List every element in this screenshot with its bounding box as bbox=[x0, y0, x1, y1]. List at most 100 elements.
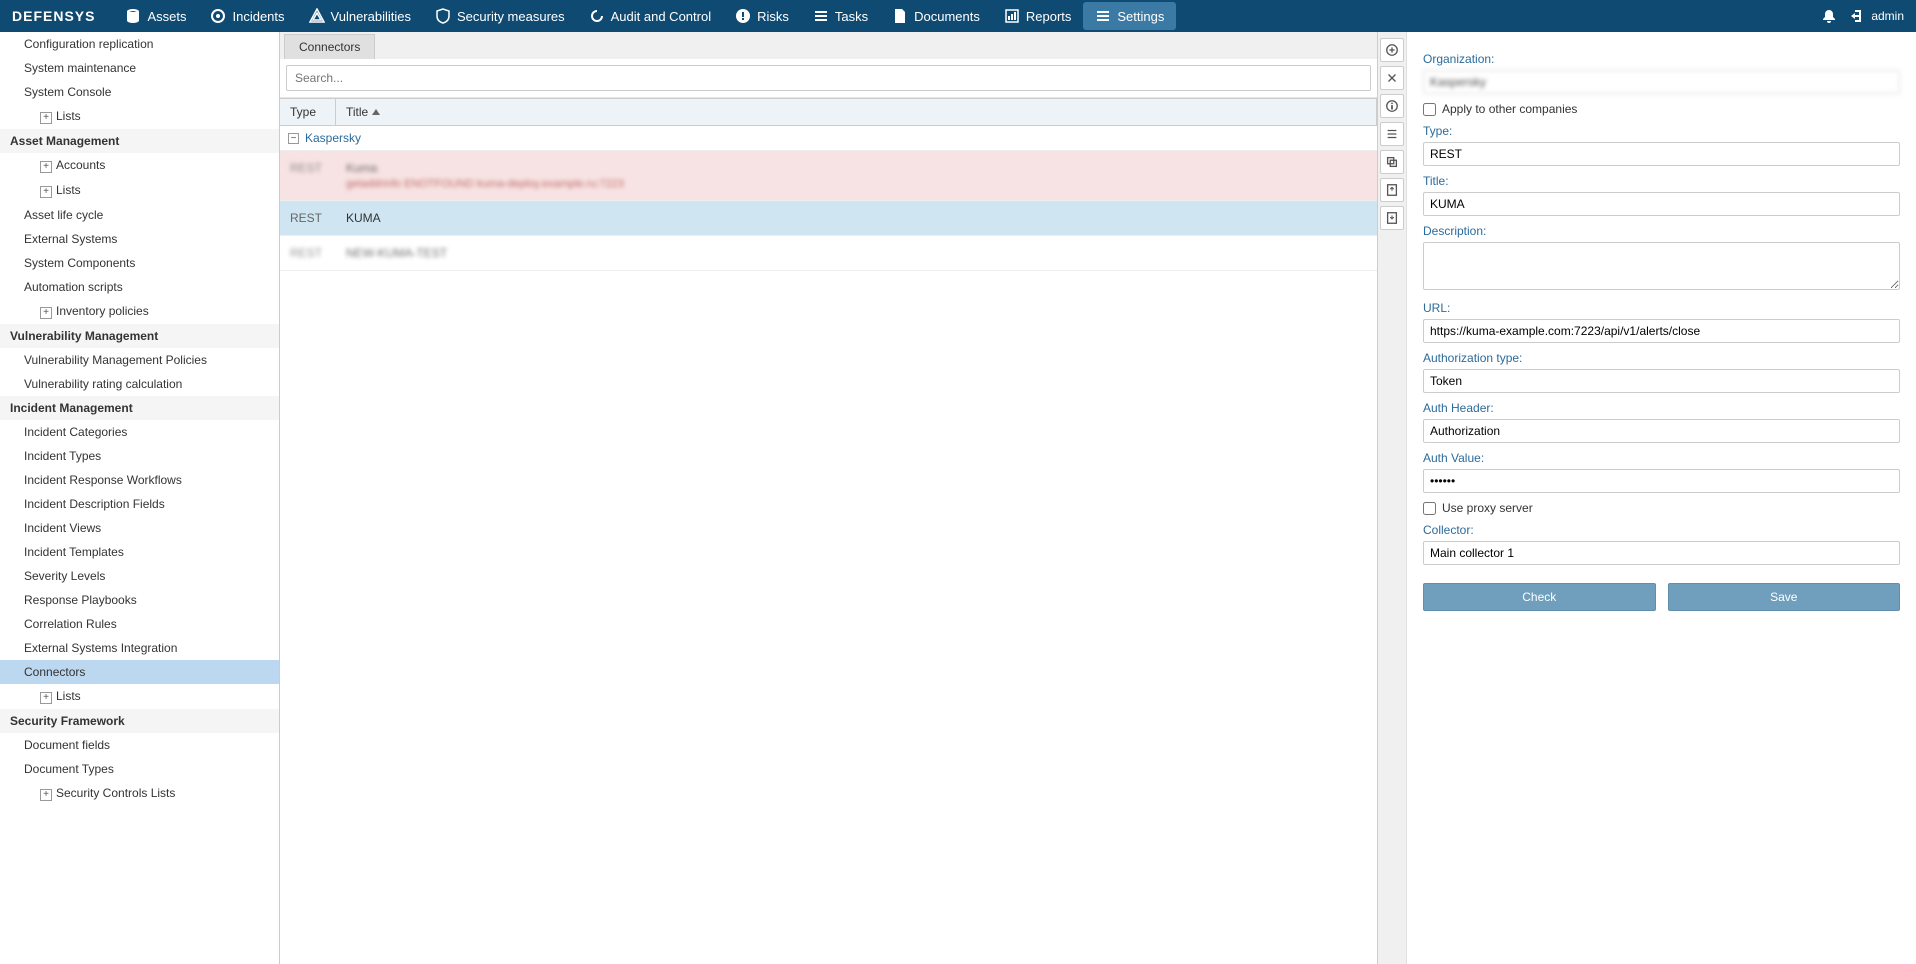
auth-header-field[interactable] bbox=[1423, 419, 1900, 443]
brand-logo: DEFENSYS bbox=[12, 8, 95, 24]
copy-button[interactable] bbox=[1380, 150, 1404, 174]
sidebar-item-security-framework[interactable]: Security Framework bbox=[0, 709, 279, 733]
col-type[interactable]: Type bbox=[280, 99, 336, 125]
cycle-icon bbox=[589, 8, 605, 24]
sidebar-item-response-playbooks[interactable]: Response Playbooks bbox=[0, 588, 279, 612]
page-out-icon bbox=[1385, 183, 1399, 197]
nav-reports[interactable]: Reports bbox=[992, 2, 1084, 30]
nav-assets[interactable]: Assets bbox=[113, 2, 198, 30]
nav-documents[interactable]: Documents bbox=[880, 2, 992, 30]
sidebar-item-automation-scripts[interactable]: Automation scripts bbox=[0, 275, 279, 299]
settings-sidebar: Configuration replicationSystem maintena… bbox=[0, 32, 280, 964]
auth-type-select[interactable]: Token bbox=[1423, 369, 1900, 393]
target-icon bbox=[210, 8, 226, 24]
sidebar-item-vulnerability-rating-calculation[interactable]: Vulnerability rating calculation bbox=[0, 372, 279, 396]
menu-icon bbox=[1095, 8, 1111, 24]
export-button[interactable] bbox=[1380, 178, 1404, 202]
label-description: Description: bbox=[1423, 224, 1900, 238]
main-panel: Connectors Type Title − Kaspersky RESTKu… bbox=[280, 32, 1378, 964]
sidebar-item-system-components[interactable]: System Components bbox=[0, 251, 279, 275]
nav-settings[interactable]: Settings bbox=[1083, 2, 1176, 30]
info-button[interactable] bbox=[1380, 94, 1404, 118]
table-row[interactable]: RESTKumagetaddrinfo ENOTFOUND kuma-deplo… bbox=[280, 151, 1377, 201]
description-field[interactable] bbox=[1423, 242, 1900, 290]
sidebar-item-severity-levels[interactable]: Severity Levels bbox=[0, 564, 279, 588]
label-collector: Collector: bbox=[1423, 523, 1900, 537]
expand-icon[interactable]: + bbox=[40, 692, 52, 704]
expand-icon[interactable]: + bbox=[40, 112, 52, 124]
check-button[interactable]: Check bbox=[1423, 583, 1656, 611]
use-proxy-checkbox[interactable] bbox=[1423, 502, 1436, 515]
database-icon bbox=[125, 8, 141, 24]
sidebar-item-vulnerability-management-policies[interactable]: Vulnerability Management Policies bbox=[0, 348, 279, 372]
sidebar-item-incident-categories[interactable]: Incident Categories bbox=[0, 420, 279, 444]
table-row[interactable]: RESTNEW-KUMA-TEST bbox=[280, 236, 1377, 271]
sidebar-item-incident-templates[interactable]: Incident Templates bbox=[0, 540, 279, 564]
sort-asc-icon bbox=[372, 109, 380, 115]
sidebar-item-document-types[interactable]: Document Types bbox=[0, 757, 279, 781]
type-select[interactable]: REST bbox=[1423, 142, 1900, 166]
collapse-icon[interactable]: − bbox=[288, 133, 299, 144]
sidebar-item-security-controls-lists[interactable]: +Security Controls Lists bbox=[0, 781, 279, 806]
label-use-proxy: Use proxy server bbox=[1442, 501, 1533, 515]
sidebar-item-accounts[interactable]: +Accounts bbox=[0, 153, 279, 178]
collector-select[interactable]: Main collector 1 bbox=[1423, 541, 1900, 565]
expand-icon[interactable]: + bbox=[40, 789, 52, 801]
sidebar-item-incident-types[interactable]: Incident Types bbox=[0, 444, 279, 468]
label-type: Type: bbox=[1423, 124, 1900, 138]
sidebar-item-configuration-replication[interactable]: Configuration replication bbox=[0, 32, 279, 56]
expand-icon[interactable]: + bbox=[40, 307, 52, 319]
import-button[interactable] bbox=[1380, 206, 1404, 230]
sidebar-item-external-systems-integration[interactable]: External Systems Integration bbox=[0, 636, 279, 660]
sidebar-item-incident-management[interactable]: Incident Management bbox=[0, 396, 279, 420]
nav-vulnerabilities[interactable]: Vulnerabilities bbox=[297, 2, 423, 30]
title-field[interactable] bbox=[1423, 192, 1900, 216]
expand-icon[interactable]: + bbox=[40, 161, 52, 173]
nav-audit[interactable]: Audit and Control bbox=[577, 2, 723, 30]
sidebar-item-lists[interactable]: +Lists bbox=[0, 104, 279, 129]
sidebar-item-document-fields[interactable]: Document fields bbox=[0, 733, 279, 757]
table-row[interactable]: RESTKUMA bbox=[280, 201, 1377, 236]
user-menu[interactable]: admin bbox=[1849, 8, 1904, 24]
tab-bar: Connectors bbox=[280, 32, 1377, 59]
nav-security-measures[interactable]: Security measures bbox=[423, 2, 577, 30]
nav-right: admin bbox=[1821, 8, 1904, 24]
sidebar-item-external-systems[interactable]: External Systems bbox=[0, 227, 279, 251]
expand-icon[interactable]: + bbox=[40, 186, 52, 198]
list-button[interactable] bbox=[1380, 122, 1404, 146]
group-row-kaspersky[interactable]: − Kaspersky bbox=[280, 126, 1377, 151]
side-toolbar bbox=[1378, 32, 1406, 964]
sidebar-item-incident-views[interactable]: Incident Views bbox=[0, 516, 279, 540]
sidebar-item-incident-description-fields[interactable]: Incident Description Fields bbox=[0, 492, 279, 516]
logout-icon bbox=[1849, 8, 1865, 24]
warning-icon bbox=[309, 8, 325, 24]
sidebar-item-system-maintenance[interactable]: System maintenance bbox=[0, 56, 279, 80]
organization-field[interactable] bbox=[1423, 70, 1900, 94]
add-button[interactable] bbox=[1380, 38, 1404, 62]
nav-incidents[interactable]: Incidents bbox=[198, 2, 296, 30]
col-title[interactable]: Title bbox=[336, 99, 1377, 125]
alert-icon bbox=[735, 8, 751, 24]
tab-connectors[interactable]: Connectors bbox=[284, 34, 375, 59]
save-button[interactable]: Save bbox=[1668, 583, 1901, 611]
nav-risks[interactable]: Risks bbox=[723, 2, 801, 30]
search-input[interactable] bbox=[286, 65, 1371, 91]
url-field[interactable] bbox=[1423, 319, 1900, 343]
sidebar-item-asset-life-cycle[interactable]: Asset life cycle bbox=[0, 203, 279, 227]
sidebar-item-lists[interactable]: +Lists bbox=[0, 178, 279, 203]
sidebar-item-inventory-policies[interactable]: +Inventory policies bbox=[0, 299, 279, 324]
label-url: URL: bbox=[1423, 301, 1900, 315]
apply-other-checkbox[interactable] bbox=[1423, 103, 1436, 116]
sidebar-item-system-console[interactable]: System Console bbox=[0, 80, 279, 104]
sidebar-item-connectors[interactable]: Connectors bbox=[0, 660, 279, 684]
delete-button[interactable] bbox=[1380, 66, 1404, 90]
sidebar-item-lists[interactable]: +Lists bbox=[0, 684, 279, 709]
sidebar-item-asset-management[interactable]: Asset Management bbox=[0, 129, 279, 153]
sidebar-item-correlation-rules[interactable]: Correlation Rules bbox=[0, 612, 279, 636]
nav-tasks[interactable]: Tasks bbox=[801, 2, 880, 30]
auth-value-field[interactable] bbox=[1423, 469, 1900, 493]
bell-icon[interactable] bbox=[1821, 8, 1837, 24]
sidebar-item-vulnerability-management[interactable]: Vulnerability Management bbox=[0, 324, 279, 348]
x-icon bbox=[1385, 71, 1399, 85]
sidebar-item-incident-response-workflows[interactable]: Incident Response Workflows bbox=[0, 468, 279, 492]
